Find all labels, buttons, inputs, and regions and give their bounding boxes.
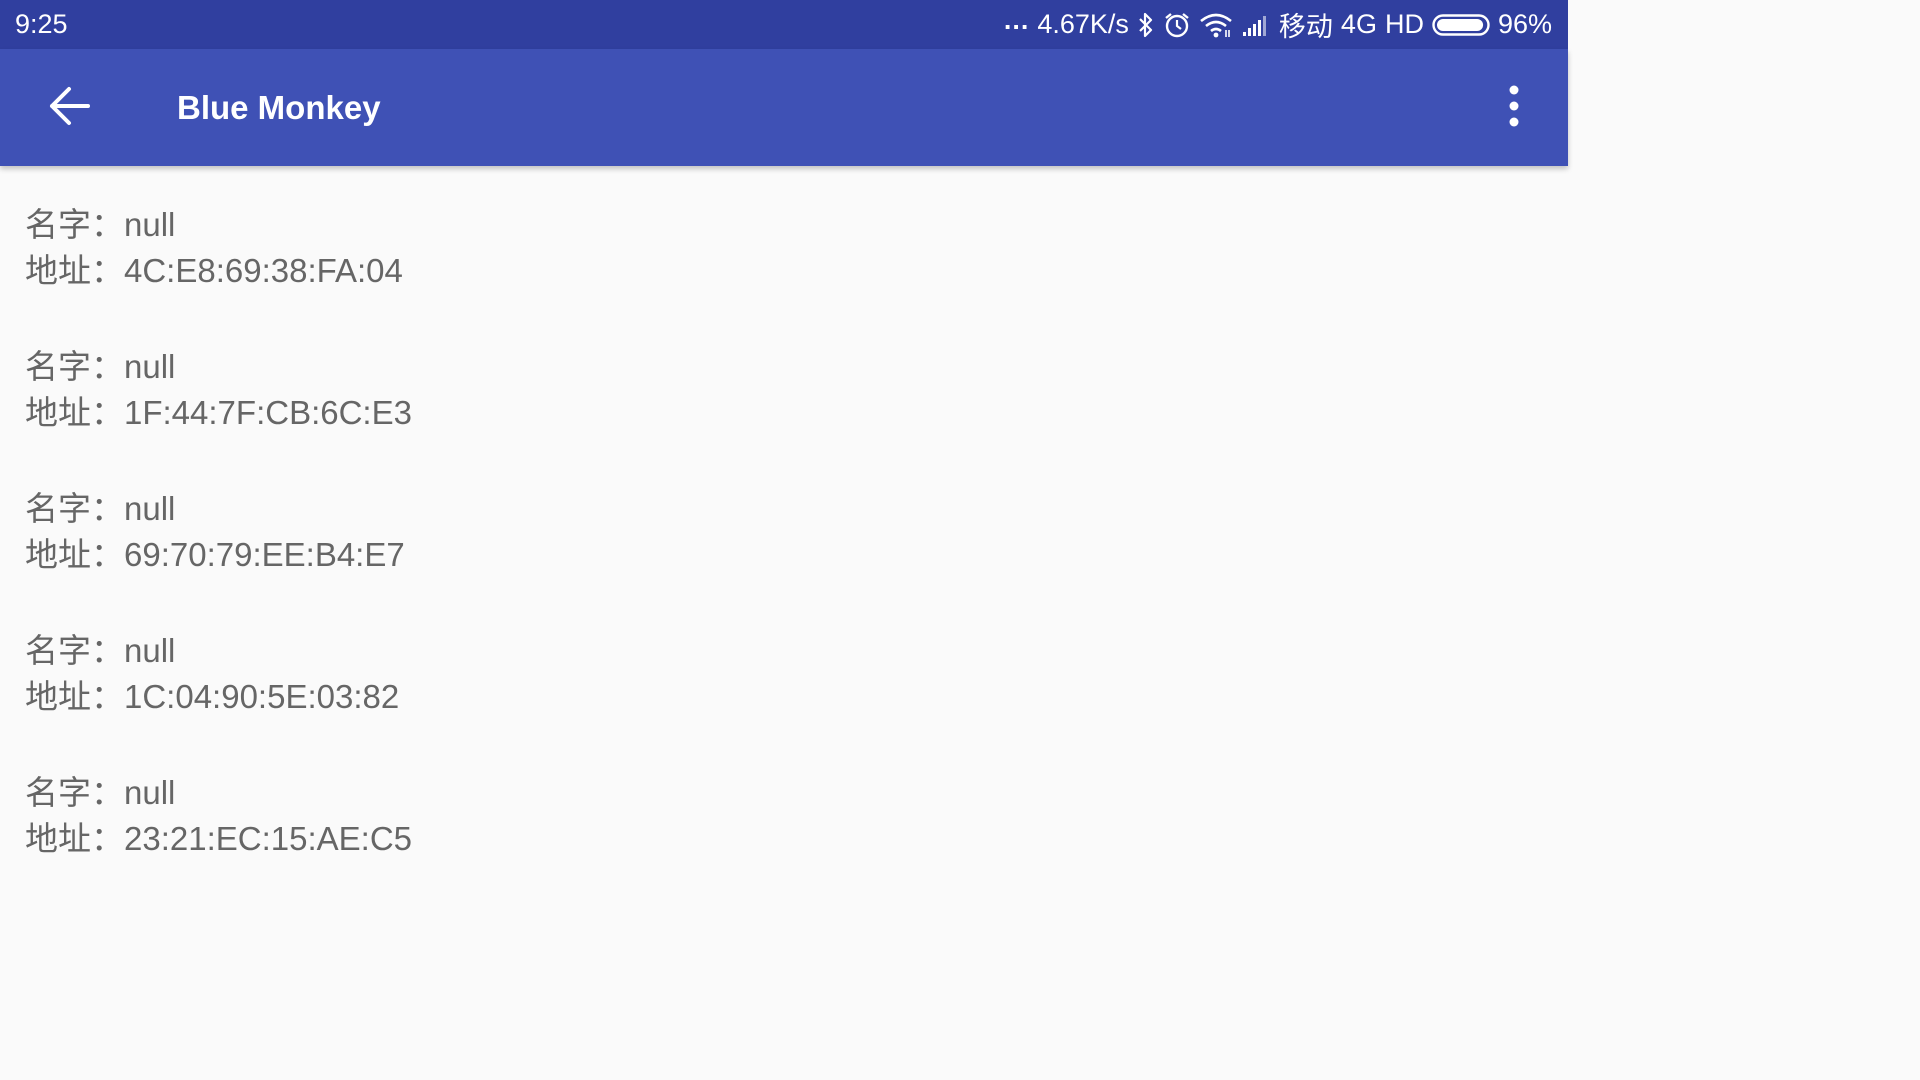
- device-name-label: 名字：: [25, 490, 124, 527]
- back-button[interactable]: [30, 69, 108, 147]
- device-name: null: [124, 632, 176, 669]
- device-address: 1C:04:90:5E:03:82: [124, 678, 400, 715]
- status-time: 9:25: [15, 9, 68, 39]
- network-type: 4G: [1340, 9, 1377, 39]
- battery-icon: [1432, 13, 1490, 37]
- device-name-line: 名字：null: [25, 624, 175, 672]
- device-name-line: 名字：null: [25, 340, 175, 388]
- device-address-label: 地址：: [25, 252, 124, 289]
- wifi-icon: [1199, 12, 1233, 38]
- bluetooth-icon: [1137, 11, 1155, 39]
- device-address: 4C:E8:69:38:FA:04: [124, 252, 403, 289]
- device-name: null: [124, 206, 176, 243]
- device-name: null: [124, 348, 176, 385]
- net-speed: 4.67K/s: [1037, 9, 1129, 39]
- device-name-line: 名字：null: [25, 482, 175, 530]
- device-name: null: [124, 774, 176, 811]
- device-name-label: 名字：: [25, 632, 124, 669]
- device-list-item[interactable]: 名字：null 地址：69:70:79:EE:B4:E7: [0, 450, 1568, 592]
- device-name-line: 名字：null: [25, 198, 175, 246]
- device-list-item[interactable]: 名字：null 地址：1F:44:7F:CB:6C:E3: [0, 308, 1568, 450]
- hd-indicator: HD: [1384, 9, 1424, 39]
- carrier-name: 移动: [1278, 12, 1333, 42]
- device-list-item[interactable]: 名字：null 地址：1C:04:90:5E:03:82: [0, 592, 1568, 734]
- device-address-line: 地址：1C:04:90:5E:03:82: [25, 670, 399, 718]
- device-name-label: 名字：: [25, 348, 124, 385]
- device-name-label: 名字：: [25, 774, 124, 811]
- device-list-item[interactable]: 名字：null 地址：4C:E8:69:38:FA:04: [0, 166, 1568, 308]
- device-name: null: [124, 490, 176, 527]
- cell-signal-icon: [1241, 13, 1271, 37]
- device-list-item[interactable]: 名字：null 地址：23:21:EC:15:AE:C5: [0, 734, 1568, 876]
- device-address-line: 地址：1F:44:7F:CB:6C:E3: [25, 386, 412, 434]
- status-bar: 9:25 ... 4.67K/s 移动 4G HD 96%: [0, 0, 1568, 49]
- notification-dots: ...: [1003, 5, 1030, 35]
- device-address-label: 地址：: [25, 394, 124, 431]
- device-address: 1F:44:7F:CB:6C:E3: [124, 394, 412, 431]
- more-vertical-icon: [1508, 84, 1520, 133]
- app-bar: Blue Monkey: [0, 49, 1568, 166]
- alarm-icon: [1163, 11, 1191, 39]
- device-address: 69:70:79:EE:B4:E7: [124, 536, 405, 573]
- page-title: Blue Monkey: [177, 89, 381, 126]
- device-address-label: 地址：: [25, 536, 124, 573]
- device-address-label: 地址：: [25, 820, 124, 857]
- device-address: 23:21:EC:15:AE:C5: [124, 820, 413, 857]
- device-address-line: 地址：69:70:79:EE:B4:E7: [25, 528, 405, 576]
- status-icons: ... 4.67K/s 移动 4G HD 96%: [1004, 0, 1552, 49]
- device-address-line: 地址：23:21:EC:15:AE:C5: [25, 812, 412, 860]
- arrow-left-icon: [48, 86, 90, 131]
- device-name-line: 名字：null: [25, 766, 175, 814]
- device-address-label: 地址：: [25, 678, 124, 715]
- device-name-label: 名字：: [25, 206, 124, 243]
- device-list: 名字：null 地址：4C:E8:69:38:FA:04 名字：null 地址：1F:…: [0, 166, 1568, 882]
- overflow-menu-button[interactable]: [1484, 69, 1544, 147]
- device-address-line: 地址：4C:E8:69:38:FA:04: [25, 244, 403, 292]
- battery-percent: 96%: [1497, 9, 1552, 39]
